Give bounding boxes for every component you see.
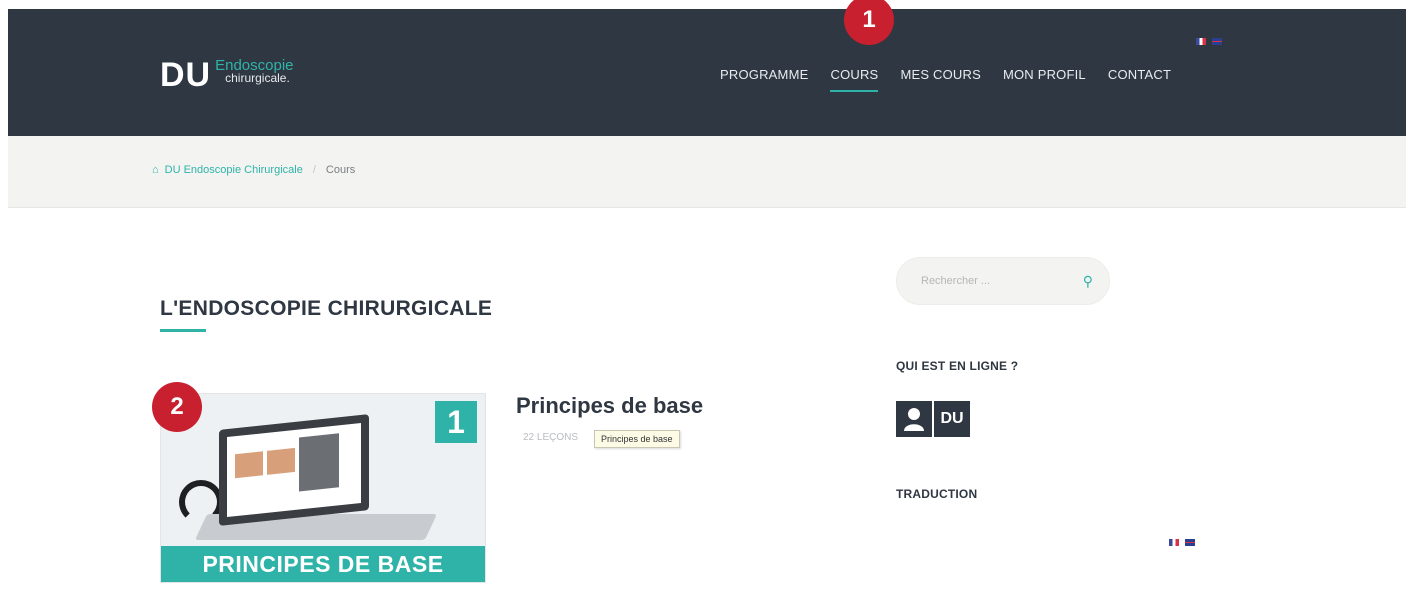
- search-box: ⚲: [896, 257, 1110, 305]
- video-thumb: [235, 451, 263, 479]
- title-underline: [160, 329, 206, 332]
- video-thumb: [267, 447, 295, 475]
- du-avatar[interactable]: DU: [934, 401, 970, 437]
- home-icon[interactable]: ⌂: [152, 164, 159, 176]
- search-icon[interactable]: ⚲: [1083, 273, 1093, 290]
- course-banner: PRINCIPES DE BASE: [161, 546, 485, 582]
- logo-du: DU: [160, 56, 212, 94]
- nav-mon-profil[interactable]: MON PROFIL: [1003, 67, 1086, 82]
- course-title-link[interactable]: Principes de base: [516, 393, 703, 419]
- language-switcher: [1196, 38, 1222, 45]
- logo-line-2: chirurgicale.: [225, 71, 290, 85]
- site-logo[interactable]: DU Endoscopie chirurgicale.: [160, 57, 294, 93]
- laptop-screen-illustration: [219, 414, 369, 526]
- course-thumbnail[interactable]: 1 PRINCIPES DE BASE: [160, 393, 486, 583]
- main-nav: PROGRAMME COURS MES COURS MON PROFIL CON…: [720, 67, 1193, 92]
- nav-contact[interactable]: CONTACT: [1108, 67, 1171, 82]
- fr-flag-icon[interactable]: [1169, 539, 1179, 546]
- logo-subtitle: Endoscopie chirurgicale.: [215, 58, 293, 85]
- fr-flag-icon[interactable]: [1196, 38, 1206, 45]
- user-silhouette-icon: [904, 408, 924, 431]
- en-flag-icon[interactable]: [1185, 539, 1195, 546]
- callout-badge-2: 2: [152, 382, 202, 432]
- who-online-heading: QUI EST EN LIGNE ?: [896, 359, 1019, 373]
- course-lesson-count: 22 LEÇONS: [523, 432, 579, 443]
- top-header: DU Endoscopie chirurgicale. PROGRAMME CO…: [8, 9, 1406, 136]
- nav-programme[interactable]: PROGRAMME: [720, 67, 808, 82]
- en-flag-icon[interactable]: [1212, 38, 1222, 45]
- nav-mes-cours[interactable]: MES COURS: [900, 67, 981, 82]
- translation-flags: [1169, 539, 1195, 546]
- user-avatar-icon[interactable]: [896, 401, 932, 437]
- nav-cours[interactable]: COURS: [830, 67, 879, 92]
- page-title: L'ENDOSCOPIE CHIRURGICALE: [160, 297, 493, 320]
- breadcrumb-home-link[interactable]: DU Endoscopie Chirurgicale: [165, 164, 303, 176]
- search-input[interactable]: [921, 275, 1061, 287]
- translation-heading: TRADUCTION: [896, 487, 978, 501]
- breadcrumb-current: Cours: [325, 164, 356, 176]
- breadcrumb-bar: ⌂ DU Endoscopie Chirurgicale / Cours: [8, 136, 1406, 208]
- breadcrumb-separator: /: [312, 164, 316, 176]
- page-frame: DU Endoscopie chirurgicale. PROGRAMME CO…: [8, 0, 1406, 605]
- tooltip: Principes de base: [594, 430, 680, 448]
- course-number: 1: [435, 401, 477, 443]
- presenter-thumb: [299, 433, 339, 492]
- online-users: DU: [896, 401, 970, 437]
- breadcrumb: ⌂ DU Endoscopie Chirurgicale / Cours: [152, 164, 355, 176]
